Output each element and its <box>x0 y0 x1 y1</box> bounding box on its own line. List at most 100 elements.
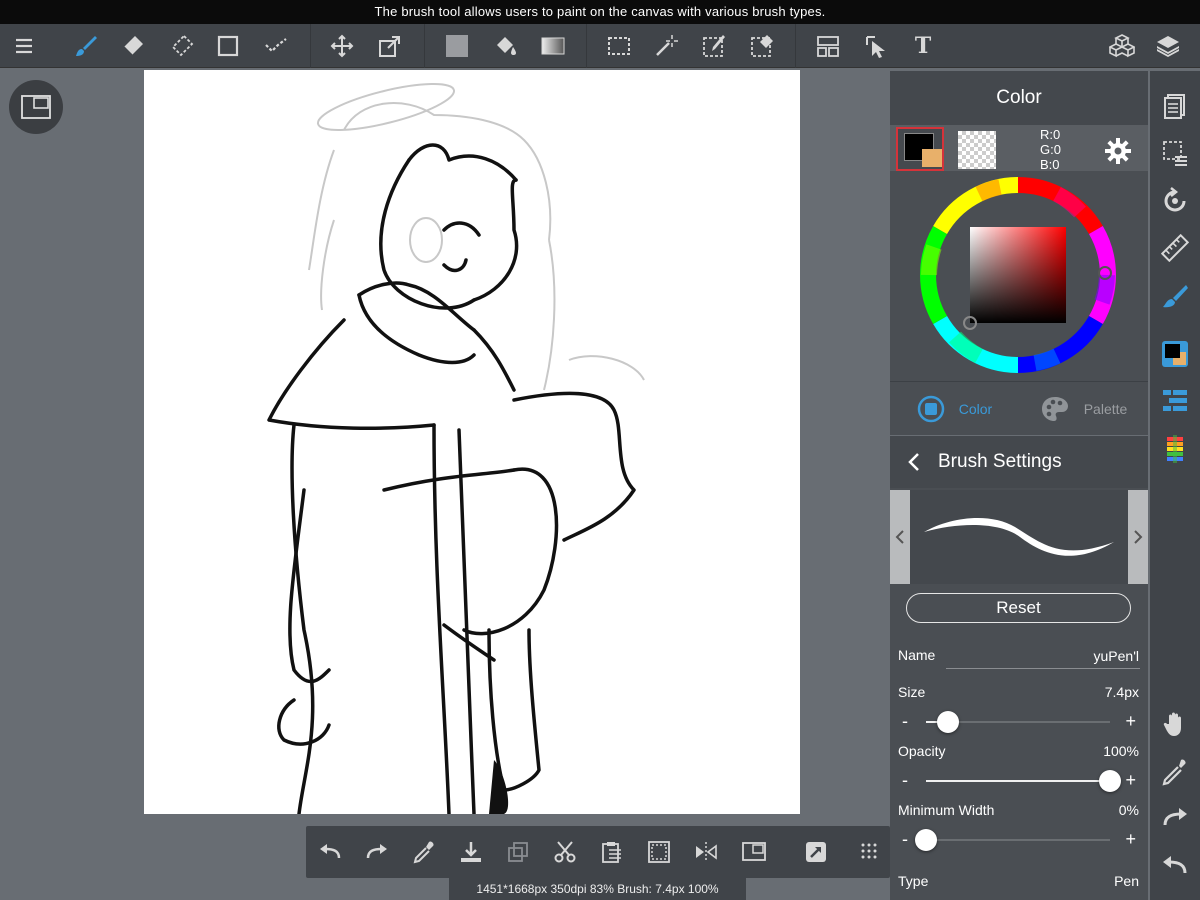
brush-stroke-sample <box>924 517 1114 556</box>
min-width-decrease-button[interactable]: - <box>902 828 908 850</box>
bottom-toolbar <box>306 826 890 878</box>
more-dots-icon[interactable] <box>849 832 889 872</box>
prev-brush-arrow-icon[interactable] <box>890 490 910 584</box>
fill-color-icon[interactable] <box>437 24 477 68</box>
opacity-decrease-button[interactable]: - <box>902 769 908 791</box>
navigator-button[interactable] <box>9 80 63 134</box>
material-icon[interactable] <box>1155 429 1195 469</box>
layers-icon[interactable] <box>1148 24 1188 68</box>
eraser-tool-icon[interactable] <box>113 24 153 68</box>
color-tab-icon <box>917 395 945 422</box>
back-chevron-icon[interactable] <box>890 436 938 488</box>
tab-color[interactable]: Color <box>890 382 1019 436</box>
ruler-icon[interactable] <box>1155 228 1195 268</box>
redo-icon[interactable] <box>357 832 397 872</box>
min-width-slider-row: - + <box>890 828 1148 852</box>
top-toolbar: T <box>0 24 1200 68</box>
layer-list-icon[interactable] <box>1155 381 1195 421</box>
magic-wand-icon[interactable] <box>646 24 686 68</box>
tab-palette[interactable]: Palette <box>1019 382 1148 436</box>
copy-icon[interactable] <box>498 832 538 872</box>
opacity-slider[interactable] <box>926 770 1121 792</box>
drawing-canvas[interactable] <box>144 70 800 816</box>
color-select-icon[interactable] <box>1155 334 1195 374</box>
brush-settings-panel: Brush Settings Reset Name yuPen'l Size 7… <box>890 436 1148 900</box>
rotate-canvas-icon[interactable] <box>1155 181 1195 221</box>
cut-scissors-icon[interactable] <box>545 832 585 872</box>
min-width-value: 0% <box>1118 802 1139 818</box>
size-increase-button[interactable]: + <box>1125 710 1136 732</box>
eyedropper-tool-icon[interactable] <box>404 832 444 872</box>
redo-arrow-icon[interactable] <box>1155 799 1195 839</box>
brush-stroke-preview <box>890 490 1148 584</box>
palette-icon <box>1041 396 1068 421</box>
select-pen-icon[interactable] <box>694 24 734 68</box>
tab-palette-label: Palette <box>1083 400 1128 417</box>
blur-eraser-icon[interactable] <box>162 24 202 68</box>
color-swatch-row: R:0 G:0 B:0 <box>890 125 1148 172</box>
3d-materials-icon[interactable] <box>1102 24 1142 68</box>
selection-layer-icon[interactable] <box>1155 133 1195 173</box>
undo-arrow-icon[interactable] <box>1155 847 1195 887</box>
eyedropper-icon[interactable] <box>1155 752 1195 792</box>
right-sidebar <box>1150 71 1200 900</box>
name-underline <box>946 668 1140 669</box>
brush-name-field[interactable]: yuPen'l <box>1094 648 1139 664</box>
move-tool-icon[interactable] <box>322 24 362 68</box>
name-label: Name <box>898 647 936 663</box>
size-slider-row: - + <box>890 710 1148 734</box>
share-export-icon[interactable] <box>796 832 836 872</box>
line-tool-icon[interactable] <box>256 24 296 68</box>
opacity-value: 100% <box>1103 743 1139 759</box>
brush-select-icon[interactable] <box>1155 276 1195 316</box>
brush-settings-header: Brush Settings <box>890 436 1148 488</box>
brush-tool-icon[interactable] <box>66 24 106 68</box>
type-label: Type <box>898 873 929 889</box>
opacity-slider-knob[interactable] <box>1099 770 1121 792</box>
select-eraser-icon[interactable] <box>742 24 782 68</box>
next-brush-arrow-icon[interactable] <box>1128 490 1148 584</box>
min-width-slider-knob[interactable] <box>915 829 937 851</box>
flip-horizontal-icon[interactable] <box>686 832 726 872</box>
gradient-tool-icon[interactable] <box>533 24 573 68</box>
hand-tool-icon[interactable] <box>1155 704 1195 744</box>
undo-icon[interactable] <box>310 832 350 872</box>
select-all-icon[interactable] <box>639 832 679 872</box>
frame-divider-icon[interactable] <box>808 24 848 68</box>
size-slider-knob[interactable] <box>937 711 960 733</box>
navigator-icon <box>21 95 51 119</box>
menu-icon[interactable] <box>4 24 44 68</box>
size-value: 7.4px <box>1104 684 1139 700</box>
shape-tool-icon[interactable] <box>208 24 248 68</box>
rgb-g: G:0 <box>1040 142 1061 157</box>
paste-clipboard-icon[interactable] <box>592 832 632 872</box>
reset-button[interactable]: Reset <box>906 593 1131 623</box>
size-slider[interactable] <box>926 711 1110 733</box>
save-download-icon[interactable] <box>451 832 491 872</box>
color-panel-title: Color <box>890 71 1148 125</box>
color-tab-bar: Color Palette <box>890 381 1148 435</box>
tooltip-caption: The brush tool allows users to paint on … <box>0 0 1200 24</box>
main-color-swatch[interactable] <box>896 127 944 171</box>
min-width-label: Minimum Width <box>898 802 995 818</box>
bucket-tool-icon[interactable] <box>485 24 525 68</box>
opacity-increase-button[interactable]: + <box>1125 769 1136 791</box>
operation-tool-icon[interactable] <box>856 24 896 68</box>
opacity-slider-row: - + <box>890 769 1148 793</box>
min-width-slider[interactable] <box>915 829 1110 851</box>
layer-property-icon[interactable] <box>1155 86 1195 126</box>
transform-tool-icon[interactable] <box>370 24 410 68</box>
color-panel: Color R:0 G:0 B:0 Color Palette <box>890 71 1148 435</box>
size-decrease-button[interactable]: - <box>902 710 908 732</box>
character-line-art <box>267 83 645 816</box>
gear-icon[interactable] <box>1100 133 1136 169</box>
min-width-increase-button[interactable]: + <box>1125 828 1136 850</box>
text-tool-icon[interactable]: T <box>903 24 943 68</box>
navigator-toggle-icon[interactable] <box>734 832 774 872</box>
select-rect-icon[interactable] <box>599 24 639 68</box>
color-wheel[interactable] <box>920 177 1116 373</box>
opacity-slider-fill <box>926 780 1110 782</box>
transparent-color-swatch[interactable] <box>958 131 996 169</box>
type-value[interactable]: Pen <box>1114 873 1139 889</box>
brush-settings-title: Brush Settings <box>938 451 1062 472</box>
